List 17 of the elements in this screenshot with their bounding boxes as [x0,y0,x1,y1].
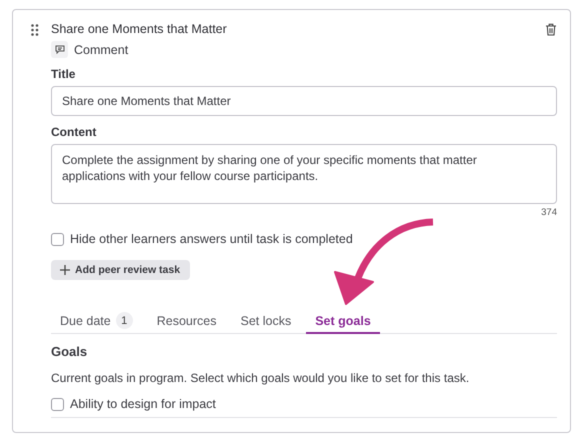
tab[interactable]: Due date 1 [51,309,142,334]
checkbox-label: Ability to design for impact [70,397,216,411]
field-label: Title [51,67,76,81]
task-title: Share one Moments that Matter [51,22,227,36]
content-field[interactable]: Complete the assignment by sharing one of your specific moments that matter applications with your fellow course participants. [51,144,557,204]
checkbox-label: Hide other learners answers until task is completed [70,232,353,246]
section-description: Current goals in program. Select which goals would you like to set for this task. [51,371,470,385]
character-count: 374 [541,207,557,218]
tab[interactable]: Set locks [231,309,300,334]
count-badge: 1 [116,312,133,329]
field-label: Content [51,125,98,139]
task-type-label: Comment [74,42,128,56]
add-peer-review-button[interactable]: Add peer review task [51,260,190,280]
section-heading: Goals [51,344,88,359]
title-field[interactable]: Share one Moments that Matter [51,86,557,116]
tab[interactable]: Resources [148,309,226,334]
tab[interactable]: Set goals [306,309,380,334]
